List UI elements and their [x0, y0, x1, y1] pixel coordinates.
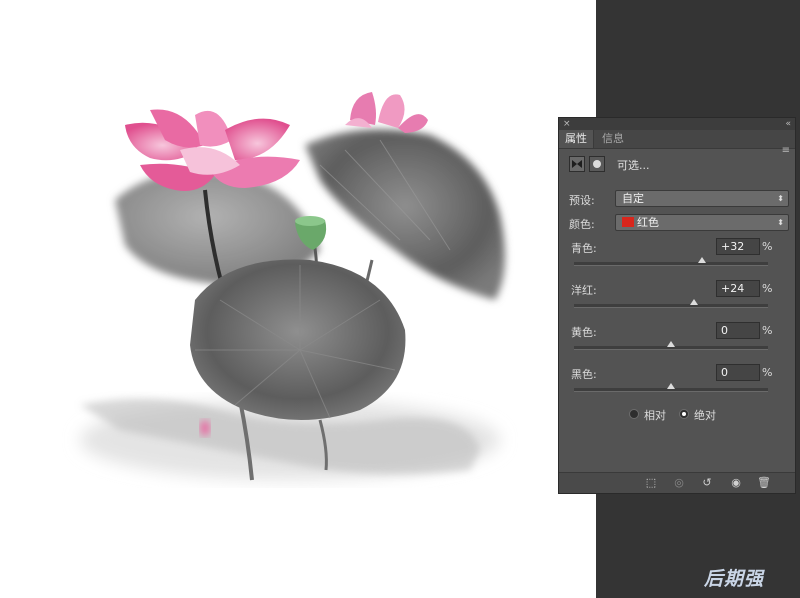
- panel-title: 可选...: [617, 159, 650, 172]
- lotus-photo: [80, 92, 505, 481]
- view-previous-icon[interactable]: ◎: [671, 475, 687, 491]
- clip-to-layer-icon[interactable]: ⬚: [643, 475, 659, 491]
- slider-magenta: 洋红: +24 %: [559, 280, 795, 322]
- dropdown-arrows-icon: ⬍: [777, 194, 784, 203]
- slider-label: 洋红:: [571, 284, 597, 297]
- slider-track[interactable]: [574, 341, 768, 350]
- reset-icon[interactable]: ↺: [699, 475, 715, 491]
- absolute-label[interactable]: 绝对: [694, 407, 716, 423]
- red-color-swatch: [622, 217, 634, 227]
- percent-unit: %: [762, 324, 773, 337]
- tab-properties[interactable]: 属性: [559, 130, 594, 148]
- slider-track[interactable]: [574, 383, 768, 392]
- panel-tab-bar: 属性 信息 ≡: [559, 130, 795, 156]
- watermark-logo: 后期强: [704, 568, 765, 590]
- slider-thumb[interactable]: [690, 299, 699, 305]
- slider-cyan: 青色: +32 %: [559, 238, 795, 280]
- document-canvas[interactable]: [0, 0, 596, 598]
- preset-value: 自定: [622, 192, 644, 205]
- collapse-icon[interactable]: «: [785, 118, 791, 130]
- slider-thumb[interactable]: [698, 257, 707, 263]
- slider-black: 黑色: 0 %: [559, 364, 795, 406]
- black-value-field[interactable]: 0: [716, 364, 760, 381]
- colors-label: 颜色:: [569, 218, 595, 231]
- panel-menu-icon[interactable]: ≡: [782, 142, 790, 160]
- relative-label[interactable]: 相对: [644, 407, 666, 423]
- slider-thumb[interactable]: [667, 383, 675, 389]
- relative-radio[interactable]: [629, 409, 639, 419]
- percent-unit: %: [762, 282, 773, 295]
- cyan-value-field[interactable]: +32: [716, 238, 760, 255]
- dropdown-arrows-icon: ⬍: [777, 218, 784, 227]
- slider-track[interactable]: [574, 257, 768, 266]
- slider-label: 黑色:: [571, 368, 597, 381]
- magenta-value-field[interactable]: +24: [716, 280, 760, 297]
- visibility-eye-icon[interactable]: ◉: [728, 475, 744, 491]
- close-icon[interactable]: ×: [563, 118, 571, 130]
- colors-dropdown[interactable]: 红色 ⬍: [615, 214, 789, 231]
- selective-color-adjustment-icon[interactable]: [569, 156, 585, 172]
- slider-track[interactable]: [574, 299, 768, 308]
- tab-info[interactable]: 信息: [596, 130, 630, 148]
- preset-label: 预设:: [569, 194, 595, 207]
- slider-label: 青色:: [571, 242, 597, 255]
- layer-mask-icon[interactable]: [589, 156, 605, 172]
- colors-value: 红色: [637, 216, 659, 229]
- panel-footer: ⬚ ◎ ↺ ◉ 🗑: [559, 472, 795, 493]
- preset-dropdown[interactable]: 自定 ⬍: [615, 190, 789, 207]
- yellow-value-field[interactable]: 0: [716, 322, 760, 339]
- panel-title-bar[interactable]: × «: [559, 118, 795, 130]
- slider-thumb[interactable]: [667, 341, 675, 347]
- slider-label: 黄色:: [571, 326, 597, 339]
- properties-panel: × « 属性 信息 ≡ 可选... 预设: 自定 ⬍ 颜色: 红色 ⬍ 青色: …: [558, 117, 796, 494]
- trash-icon[interactable]: 🗑: [756, 475, 772, 491]
- absolute-radio[interactable]: [679, 409, 689, 419]
- percent-unit: %: [762, 240, 773, 253]
- slider-yellow: 黄色: 0 %: [559, 322, 795, 364]
- percent-unit: %: [762, 366, 773, 379]
